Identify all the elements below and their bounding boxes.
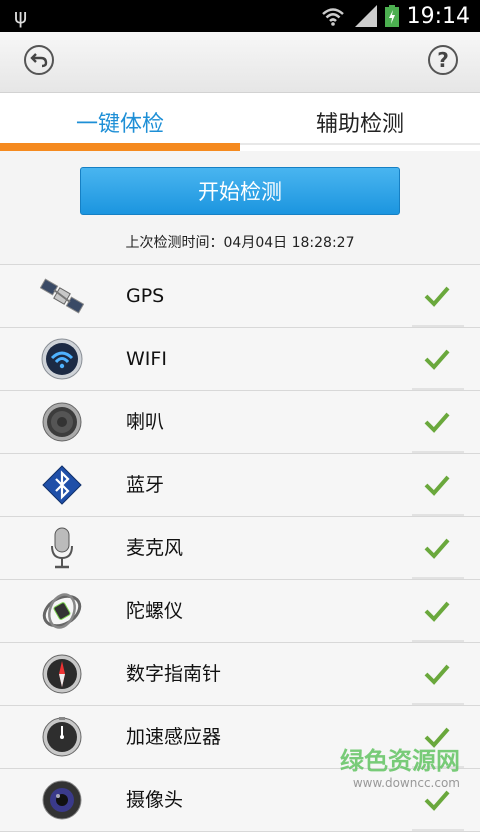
list-item-gps[interactable]: GPS — [0, 265, 480, 328]
accelerometer-icon — [40, 716, 84, 758]
list-item-bluetooth[interactable]: 蓝牙 — [0, 454, 480, 517]
watermark: 绿色资源网 www.downcc.com — [340, 741, 460, 790]
list-item-gyroscope[interactable]: 陀螺仪 — [0, 580, 480, 643]
tab-indicator — [0, 143, 240, 151]
check-icon — [424, 475, 450, 496]
last-check-time: 上次检测时间：04月04日 18:28:27 — [125, 235, 355, 251]
item-label: WIFI — [126, 348, 167, 370]
list-item-microphone[interactable]: 麦克风 — [0, 517, 480, 580]
item-label: 麦克风 — [126, 537, 184, 559]
check-icon — [424, 286, 450, 307]
microphone-icon — [40, 527, 84, 569]
check-icon — [424, 412, 450, 433]
watermark-url: www.downcc.com — [352, 776, 460, 790]
item-label: 摄像头 — [126, 789, 184, 811]
usb-icon: ψ — [14, 4, 28, 28]
compass-icon — [40, 653, 84, 695]
item-label: 加速感应器 — [126, 726, 222, 748]
wifi-signal-icon — [321, 8, 344, 26]
check-icon — [424, 601, 450, 622]
gyroscope-icon — [40, 590, 84, 632]
battery-icon — [384, 5, 399, 27]
cell-signal-icon — [354, 5, 377, 27]
list-item-wifi[interactable]: WIFI — [0, 328, 480, 391]
bluetooth-icon — [40, 464, 84, 506]
item-label: 数字指南针 — [126, 663, 222, 685]
check-icon — [424, 349, 450, 370]
list-item-speaker[interactable]: 喇叭 — [0, 391, 480, 454]
item-label: 蓝牙 — [126, 474, 165, 496]
help-icon: ? — [437, 48, 449, 72]
status-bar: ψ 19:14 — [0, 0, 480, 32]
speaker-icon — [40, 401, 84, 443]
camera-icon — [40, 779, 84, 821]
wifi-icon — [40, 338, 84, 380]
check-icon — [424, 664, 450, 685]
help-button[interactable]: ? — [428, 45, 458, 75]
item-label: 陀螺仪 — [126, 600, 184, 622]
list-item-compass[interactable]: 数字指南针 — [0, 643, 480, 706]
clock: 19:14 — [406, 3, 470, 29]
item-label: GPS — [126, 285, 165, 307]
satellite-icon — [40, 275, 84, 317]
check-icon — [424, 790, 450, 811]
back-button[interactable] — [24, 45, 54, 75]
item-label: 喇叭 — [126, 411, 165, 433]
start-check-button[interactable]: 开始检测 — [80, 167, 400, 215]
watermark-name: 绿色资源网 — [340, 747, 460, 775]
check-icon — [424, 538, 450, 559]
app-header: ? — [0, 32, 480, 93]
back-arrow-icon — [30, 53, 48, 68]
